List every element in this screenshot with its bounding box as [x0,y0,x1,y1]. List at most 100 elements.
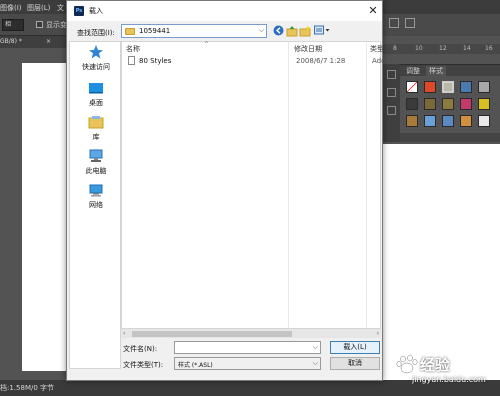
place-desktop[interactable]: 桌面 [70,78,122,110]
column-date-header[interactable]: 修改日期 [294,44,322,54]
style-swatch[interactable] [424,98,436,110]
style-swatch-none[interactable] [406,81,418,93]
column-type-header[interactable]: 类型 [370,44,384,54]
show-transform-checkbox[interactable] [36,21,43,28]
star-icon [89,45,103,59]
column-divider[interactable] [366,42,367,339]
file-type-select[interactable]: 样式 (*.ASL) ⌵ [174,357,321,370]
close-button[interactable]: ✕ [366,4,380,18]
baidu-paw-logo [396,354,418,374]
ruler-tick: 14 [463,45,471,52]
style-swatch[interactable] [478,115,490,127]
close-tab-icon[interactable]: × [46,38,51,45]
style-swatch[interactable] [442,98,454,110]
style-swatch[interactable] [424,115,436,127]
file-name-label: 文件名(N): [123,345,158,353]
place-label: 网络 [89,201,103,209]
ps-right-toolbar [383,14,500,36]
document-tab-label: GB/8) * [0,38,22,45]
folder-icon [125,28,135,35]
ruler-tick: 12 [439,45,447,52]
sort-up-icon: ^ [204,41,210,48]
ps-canvas[interactable] [22,63,70,371]
ruler: 8 10 12 14 16 [383,44,500,54]
file-list[interactable]: 名称 ^ 修改日期 类型 80 Styles 2008/6/7 1:28 Ado [121,41,385,339]
panel-icon[interactable] [387,106,396,115]
new-folder-icon [299,25,311,37]
places-bar: 快速访问 桌面 库 此电脑 网络 [69,41,121,369]
style-swatch[interactable] [406,98,418,110]
photoshop-icon: Ps [74,6,84,16]
up-folder-icon [286,26,298,37]
place-network[interactable]: 网络 [70,180,122,212]
tab-adjustments[interactable]: 调整 [406,66,420,76]
style-swatch[interactable] [460,81,472,93]
computer-icon [89,149,103,162]
menu-image[interactable]: 图像(I) [0,3,22,13]
style-swatch[interactable] [442,115,454,127]
ruler-tick: 10 [415,45,423,52]
place-library[interactable]: 库 [70,112,122,144]
menu-layer[interactable]: 图层(L) [27,3,50,13]
dialog-titlebar[interactable]: Ps 载入 ✕ [67,1,382,21]
look-in-dropdown[interactable]: 1059441 ⌵ [121,24,267,38]
view-menu-icon [313,25,329,35]
panel-icon[interactable] [387,88,396,97]
place-this-pc[interactable]: 此电脑 [70,146,122,178]
ruler-tick: 16 [485,45,493,52]
new-folder-button[interactable] [299,25,311,37]
panel-icon[interactable] [387,70,396,79]
style-swatch[interactable] [460,115,472,127]
column-name-header[interactable]: 名称 [126,44,140,54]
file-row[interactable]: 80 Styles 2008/6/7 1:28 Ado [126,56,385,67]
library-icon [88,116,104,129]
place-label: 此电脑 [85,167,107,175]
watermark-text: 经验 [420,356,451,374]
file-name: 80 Styles [139,57,172,65]
horizontal-scrollbar[interactable]: ‹ › [121,328,381,338]
styles-panel: 调整 样式 [400,64,500,142]
look-in-label: 查找范围(I): [77,29,115,37]
styles-panel-footer [400,133,500,142]
ps-panel-area [383,144,500,380]
tab-styles[interactable]: 样式 [426,66,446,76]
place-label: 快速访问 [82,63,110,71]
options-dropdown[interactable]: 相 [2,19,24,31]
align-icon[interactable] [389,18,399,28]
style-swatch[interactable] [478,98,490,110]
scrollbar-thumb[interactable] [132,331,292,337]
menu-text[interactable]: 文 [57,3,64,13]
show-transform-label: 显示变 [46,21,67,29]
style-swatch[interactable] [424,81,436,93]
chevron-down-icon: ⌵ [312,359,318,367]
file-name-input[interactable]: ⌵ [174,341,321,354]
network-icon [89,184,103,197]
dialog-title: 载入 [89,7,103,15]
view-menu-button[interactable] [313,25,331,37]
style-swatch-selected[interactable] [442,81,454,93]
load-dialog: Ps 载入 ✕ 查找范围(I): 1059441 ⌵ 快速访问 桌面 库 此电脑… [66,0,385,381]
place-quick-access[interactable]: 快速访问 [70,42,122,74]
style-swatch[interactable] [460,98,472,110]
file-type-value: 样式 (*.ASL) [178,362,213,369]
style-swatch[interactable] [406,115,418,127]
file-date: 2008/6/7 1:28 [296,57,346,65]
scroll-left-icon[interactable]: ‹ [123,330,125,337]
distribute-icon[interactable] [405,18,415,28]
place-label: 库 [92,133,100,141]
column-divider[interactable] [288,42,289,339]
scroll-right-icon[interactable]: › [377,330,379,337]
chevron-down-icon[interactable]: ⌵ [313,343,318,352]
watermark-url: jingyan.baidu.com [412,375,486,384]
cancel-button[interactable]: 取消 [330,357,380,370]
panel-icon-strip [383,64,400,142]
place-label: 桌面 [89,99,103,107]
style-swatch[interactable] [478,81,490,93]
file-type-label: 文件类型(T): [123,361,164,369]
file-icon [128,56,135,65]
up-folder-button[interactable] [286,25,298,37]
ruler-tick: 8 [393,45,397,52]
load-button[interactable]: 载入(L) [330,341,380,354]
document-tab[interactable]: GB/8) * × [0,36,66,48]
back-button[interactable] [272,25,284,37]
